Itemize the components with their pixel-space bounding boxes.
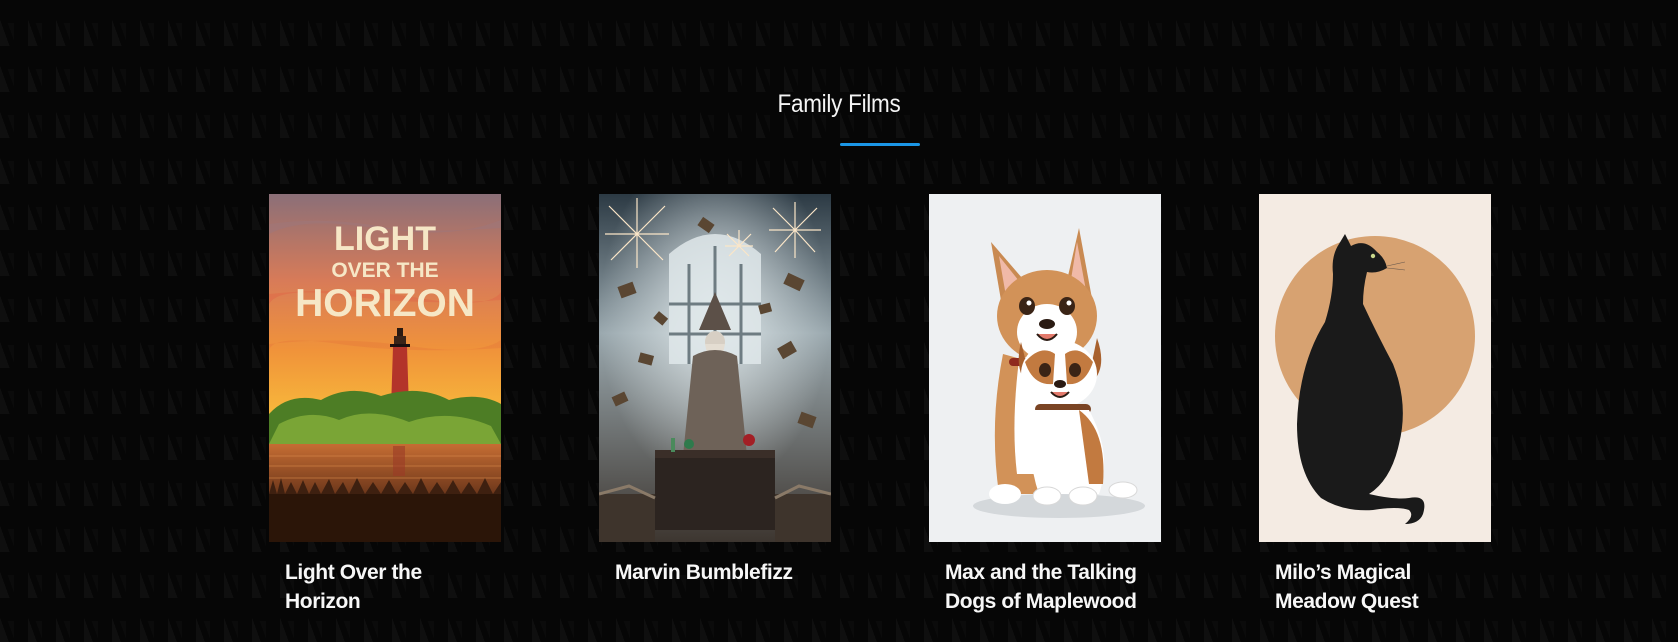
black-cat-poster-icon — [1259, 194, 1491, 542]
film-poster-milos-magical-meadow-quest[interactable] — [1259, 194, 1491, 542]
film-title[interactable]: Marvin Bumblefizz — [599, 558, 831, 587]
poster-title-line-3: HORIZON — [295, 282, 475, 325]
poster-title-line-1: LIGHT — [334, 220, 436, 258]
lighthouse-poster-icon: LIGHT OVER THE HORIZON — [269, 194, 501, 542]
section-title: Family Films — [777, 90, 901, 118]
cartoon-dogs-poster-icon — [929, 194, 1161, 542]
poster-title-line-2: OVER THE — [331, 259, 438, 282]
film-card-max-and-the-talking-dogs[interactable]: Max and the Talking Dogs of Maplewood — [929, 194, 1161, 613]
film-card-marvin-bumblefizz[interactable]: Marvin Bumblefizz — [599, 194, 831, 584]
film-poster-light-over-the-horizon[interactable]: LIGHT OVER THE HORIZON — [269, 194, 501, 542]
film-title[interactable]: Milo’s Magical Meadow Quest — [1259, 558, 1491, 616]
film-title[interactable]: Max and the Talking Dogs of Maplewood — [929, 558, 1161, 616]
film-card-milos-magical-meadow-quest[interactable]: Milo’s Magical Meadow Quest — [1259, 194, 1491, 613]
film-poster-max-and-the-talking-dogs[interactable] — [929, 194, 1161, 542]
family-films-section: Family Films LIGHT OVER THE HORIZON Ligh… — [0, 0, 1678, 642]
wizard-poster-icon — [599, 194, 831, 542]
title-underline — [840, 143, 920, 146]
film-card-light-over-the-horizon[interactable]: LIGHT OVER THE HORIZON Light Over the Ho… — [269, 194, 501, 613]
film-title[interactable]: Light Over the Horizon — [269, 558, 501, 616]
film-poster-marvin-bumblefizz[interactable] — [599, 194, 831, 542]
